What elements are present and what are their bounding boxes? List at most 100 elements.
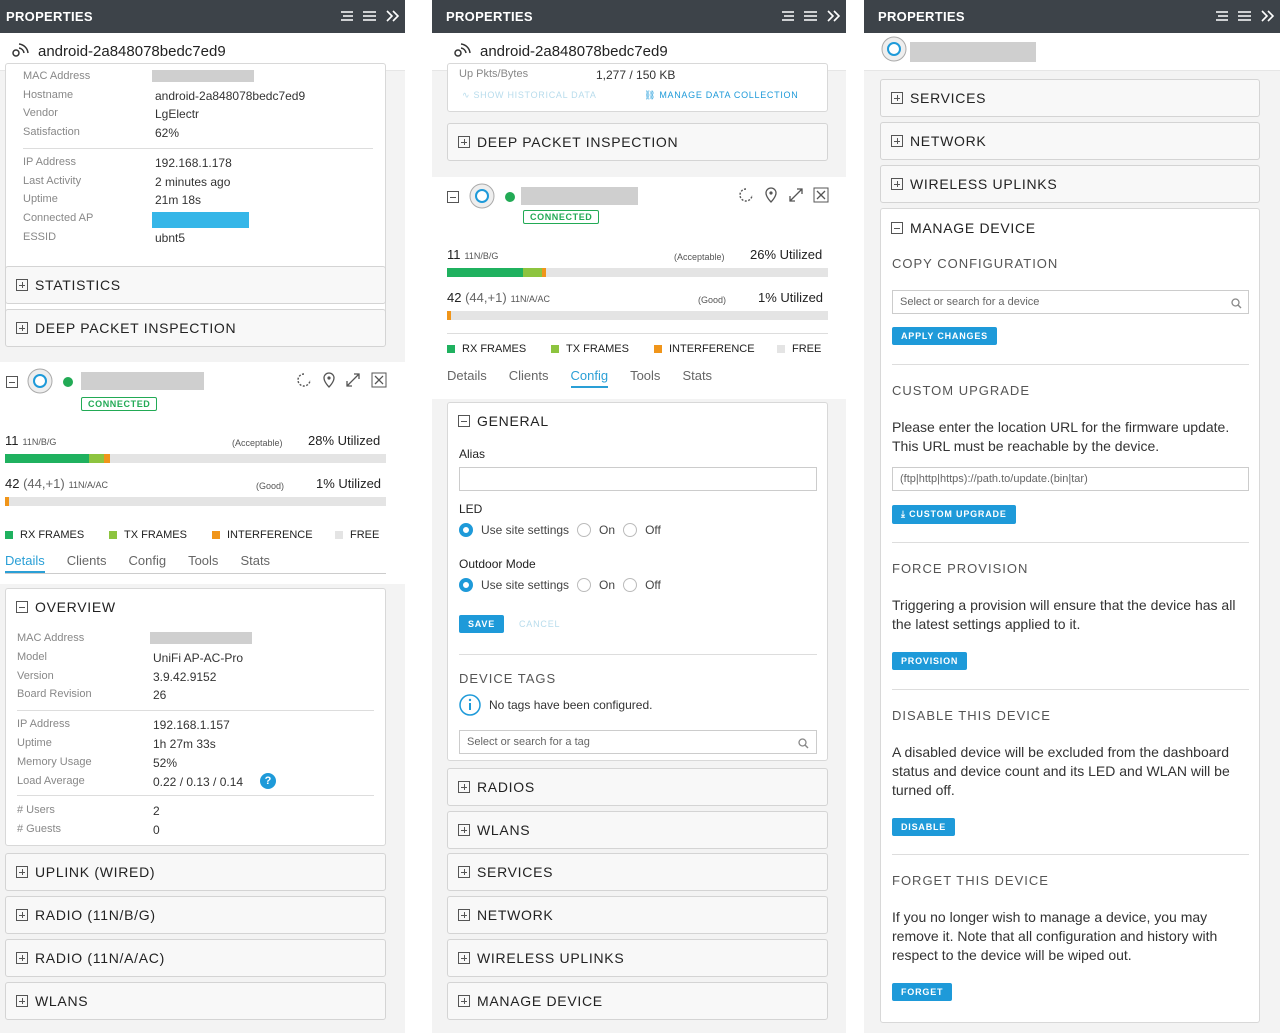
outdoor-label: Outdoor Mode [459,557,536,571]
outdoor-on-radio[interactable] [577,578,592,592]
locate-icon[interactable] [321,372,337,393]
section-radio-ac[interactable]: RADIO (11N/A/AC) [5,939,386,977]
collapse-device-icon[interactable] [447,191,459,203]
section-network[interactable]: NETWORK [447,896,828,934]
detail-value: 2 minutes ago [155,174,231,189]
tab-tools[interactable]: Tools [188,553,218,573]
overview-box: OVERVIEW MAC Address Model UniFi AP-AC-Pro… [5,588,386,846]
section-manage-device[interactable]: MANAGE DEVICE [447,982,828,1020]
force-provision-title: FORCE PROVISION [892,561,1029,576]
detail-key: MAC Address [23,70,91,82]
tab-config[interactable]: Config [570,368,609,388]
alias-label: Alias [459,447,486,461]
tag-search-input[interactable]: Select or search for a tag [459,730,817,754]
upgrade-url-input[interactable]: (ftp|http|https)://path.to/update.(bin|t… [892,467,1249,491]
led-options: Use site settings On Off [459,523,661,537]
section-uplink-wired[interactable]: UPLINK (WIRED) [5,853,386,891]
tab-details[interactable]: Details [5,553,45,573]
expand-icon [891,92,903,104]
overview-header[interactable]: OVERVIEW [16,599,116,615]
copy-config-title: COPY CONFIGURATION [892,256,1059,271]
restart-icon[interactable] [738,187,754,208]
provision-button[interactable]: PROVISION [892,652,968,670]
radio2-utilization: 1% Utilized [758,290,824,305]
tab-stats[interactable]: Stats [682,368,712,388]
section-services[interactable]: SERVICES [880,79,1260,117]
close-icon[interactable] [371,372,387,393]
close-panel-icon[interactable] [825,8,842,25]
led-on-radio[interactable] [577,523,592,537]
general-header[interactable]: GENERAL [458,413,549,429]
section-radios[interactable]: RADIOS [447,768,828,806]
detail-key: Vendor [23,107,58,120]
detail-key: IP Address [17,718,70,731]
led-site-radio[interactable] [459,523,473,537]
detail-value: ubnt5 [155,230,186,245]
section-radio-ng[interactable]: RADIO (11N/B/G) [5,896,386,934]
outdoor-site-radio[interactable] [459,578,473,592]
disable-device-text: A disabled device will be excluded from … [892,744,1230,798]
properties-panel-1: PROPERTIES android-2a848078bedc7ed9 MAC … [0,0,405,1033]
detail-row: IP Address 192.168.1.157 [17,718,374,732]
expand-icon[interactable] [345,372,361,393]
detail-key: IP Address [23,155,76,168]
restart-icon[interactable] [296,372,312,393]
device-ap-icon [27,368,53,399]
section-services[interactable]: SERVICES [447,853,828,891]
disable-device-title: DISABLE THIS DEVICE [892,708,1051,723]
section-wireless-uplinks[interactable]: WIRELESS UPLINKS [447,939,828,977]
collapse-icon[interactable] [1213,8,1230,25]
connected-ap-link[interactable] [152,211,249,228]
tab-stats[interactable]: Stats [240,553,270,573]
collapse-icon[interactable] [338,8,355,25]
section-dpi[interactable]: DEEP PACKET INSPECTION [447,123,828,161]
expand-icon[interactable] [788,187,804,208]
close-panel-icon[interactable] [1259,8,1276,25]
menu-icon[interactable] [361,8,378,25]
panel-header: PROPERTIES [864,0,1280,33]
status-dot [63,377,73,387]
tab-clients[interactable]: Clients [509,368,549,388]
expand-icon [16,866,28,878]
section-wireless-uplinks[interactable]: WIRELESS UPLINKS [880,165,1260,203]
custom-upgrade-button[interactable]: ⤓ CUSTOM UPGRADE [892,505,1016,524]
collapse-icon[interactable] [779,8,796,25]
tab-config[interactable]: Config [129,553,167,573]
forget-device-text: If you no longer wish to manage a device… [892,909,1218,963]
show-historical-link[interactable]: ∿ SHOW HISTORICAL DATA [462,90,597,101]
locate-icon[interactable] [763,187,779,208]
section-wlans[interactable]: WLANS [447,811,828,849]
alias-input[interactable] [459,467,817,491]
tab-tools[interactable]: Tools [630,368,660,388]
save-button[interactable]: SAVE [459,615,505,633]
expand-icon [458,136,470,148]
manage-device-header[interactable]: MANAGE DEVICE [891,220,1036,236]
device-search-input[interactable]: Select or search for a device [892,290,1249,314]
forget-button[interactable]: FORGET [892,983,953,1001]
led-off-radio[interactable] [623,523,638,537]
apply-changes-button[interactable]: APPLY CHANGES [892,327,997,345]
section-dpi[interactable]: DEEP PACKET INSPECTION [5,309,386,347]
manage-data-link[interactable]: ⛓ MANAGE DATA COLLECTION [644,90,798,101]
menu-icon[interactable] [802,8,819,25]
help-icon[interactable]: ? [260,772,276,789]
tab-clients[interactable]: Clients [67,553,107,573]
menu-icon[interactable] [1236,8,1253,25]
outdoor-off-radio[interactable] [623,578,638,592]
disable-button[interactable]: DISABLE [892,818,956,836]
close-icon[interactable] [813,187,829,208]
section-wlans[interactable]: WLANS [5,982,386,1020]
radio2-utilization: 1% Utilized [316,476,382,491]
section-network[interactable]: NETWORK [880,122,1260,160]
close-panel-icon[interactable] [384,8,401,25]
redacted-value [150,632,252,644]
tab-details[interactable]: Details [447,368,487,388]
cancel-button[interactable]: CANCEL [519,619,560,629]
section-statistics[interactable]: STATISTICS [5,266,386,304]
detail-row: MAC Address [23,70,373,84]
collapse-device-icon[interactable] [6,376,18,388]
detail-key: Connected AP [23,211,94,224]
detail-row: Model UniFi AP-AC-Pro [17,651,374,665]
collapse-icon [891,222,903,234]
device-tabs: Details Clients Config Tools Stats [447,368,828,388]
